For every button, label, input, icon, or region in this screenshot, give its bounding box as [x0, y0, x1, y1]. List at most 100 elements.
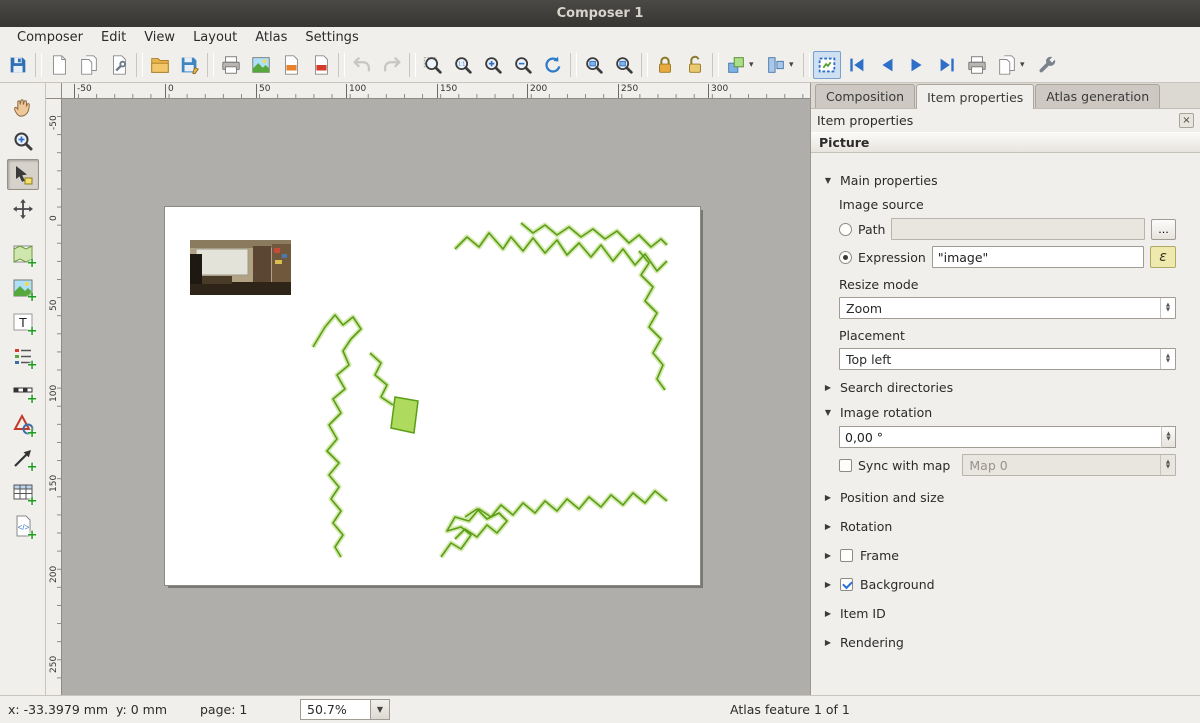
tab-composition[interactable]: Composition	[815, 84, 915, 108]
section-frame[interactable]: ▶ Frame	[823, 547, 1176, 563]
add-arrow-button[interactable]	[7, 442, 39, 473]
collapse-arrow-icon[interactable]: ▼	[823, 408, 833, 417]
tab-atlas-generation[interactable]: Atlas generation	[1035, 84, 1160, 108]
zoom-in-button[interactable]	[479, 51, 507, 79]
resize-mode-select[interactable]: Zoom ▲▼	[839, 297, 1176, 319]
add-html-frame-button[interactable]	[7, 510, 39, 541]
section-rendering[interactable]: ▶ Rendering	[823, 634, 1176, 650]
composition-manager-button[interactable]	[105, 51, 133, 79]
zoom-to-selection-button[interactable]	[580, 51, 608, 79]
redo-button[interactable]	[378, 51, 406, 79]
menu-settings[interactable]: Settings	[296, 28, 367, 47]
combo-spinner[interactable]: ▲▼	[1160, 298, 1175, 318]
export-svg-button[interactable]	[277, 51, 305, 79]
map-select[interactable]: Map 0 ▲▼	[962, 454, 1176, 476]
path-input[interactable]	[891, 218, 1145, 240]
atlas-preview-toggle[interactable]	[813, 51, 841, 79]
print-button[interactable]	[217, 51, 245, 79]
atlas-first-feature-button[interactable]	[843, 51, 871, 79]
new-composition-button[interactable]	[45, 51, 73, 79]
horizontal-ruler: -50050100150200250300	[62, 83, 810, 99]
collapse-arrow-icon[interactable]: ▶	[823, 383, 833, 392]
vertical-ruler: -50050100150200250	[46, 99, 62, 695]
lock-selected-items-button[interactable]	[651, 51, 679, 79]
add-image-button[interactable]	[7, 272, 39, 303]
zoom-to-region-button[interactable]	[610, 51, 638, 79]
expression-radio[interactable]	[839, 251, 852, 264]
add-new-label-button[interactable]	[7, 306, 39, 337]
rotation-angle-input[interactable]	[839, 426, 1161, 448]
save-template-button[interactable]	[176, 51, 204, 79]
export-pdf-button[interactable]	[307, 51, 335, 79]
toolbar-icon	[583, 54, 605, 76]
add-attribute-table-button[interactable]	[7, 476, 39, 507]
zoom-actual-button[interactable]	[449, 51, 477, 79]
export-atlas-button[interactable]	[993, 51, 1031, 79]
add-new-scalebar-button[interactable]	[7, 374, 39, 405]
menu-composer[interactable]: Composer	[8, 28, 92, 47]
atlas-next-feature-button[interactable]	[903, 51, 931, 79]
undo-button[interactable]	[348, 51, 376, 79]
menu-edit[interactable]: Edit	[92, 28, 135, 47]
unlock-all-items-button[interactable]	[681, 51, 709, 79]
zoom-level-select[interactable]: 50.7% ▼	[300, 699, 390, 720]
collapse-arrow-icon[interactable]: ▶	[823, 638, 833, 647]
picture-item[interactable]	[190, 240, 291, 295]
save-project-button[interactable]	[4, 51, 32, 79]
refresh-view-button[interactable]	[539, 51, 567, 79]
align-selected-items-button[interactable]	[762, 51, 800, 79]
raise-selected-items-button[interactable]	[722, 51, 760, 79]
select-move-item-button[interactable]	[7, 159, 39, 190]
search-directories-header[interactable]: ▶ Search directories	[823, 380, 1176, 395]
combo-spinner[interactable]: ▲▼	[1160, 349, 1175, 369]
duplicate-composition-button[interactable]	[75, 51, 103, 79]
section-item-id[interactable]: ▶ Item ID	[823, 605, 1176, 621]
add-new-map-button[interactable]	[7, 238, 39, 269]
print-atlas-button[interactable]	[963, 51, 991, 79]
expression-input[interactable]	[932, 246, 1144, 268]
composition-canvas[interactable]	[62, 99, 810, 695]
close-panel-button[interactable]: ×	[1179, 113, 1194, 128]
collapse-arrow-icon[interactable]: ▶	[823, 493, 833, 502]
menu-view[interactable]: View	[135, 28, 184, 47]
collapse-arrow-icon[interactable]: ▶	[823, 580, 833, 589]
collapse-arrow-icon[interactable]: ▼	[823, 176, 833, 185]
export-image-button[interactable]	[247, 51, 275, 79]
map-select-value: Map 0	[969, 458, 1007, 473]
rotation-spinner[interactable]: ▲▼	[1161, 426, 1176, 448]
menu-atlas[interactable]: Atlas	[246, 28, 296, 47]
placement-select[interactable]: Top left ▲▼	[839, 348, 1176, 370]
atlas-last-feature-button[interactable]	[933, 51, 961, 79]
expression-builder-button[interactable]: ε	[1150, 246, 1176, 268]
zoom-out-button[interactable]	[509, 51, 537, 79]
image-rotation-header[interactable]: ▼ Image rotation	[823, 405, 1176, 420]
toolbar-icon	[996, 54, 1018, 76]
zoom-full-button[interactable]	[419, 51, 447, 79]
move-item-content-button[interactable]	[7, 193, 39, 224]
collapse-arrow-icon[interactable]: ▶	[823, 522, 833, 531]
atlas-settings-button[interactable]	[1033, 51, 1061, 79]
section-rotation[interactable]: ▶ Rotation	[823, 518, 1176, 534]
section-background[interactable]: ▶ Background	[823, 576, 1176, 592]
path-radio[interactable]	[839, 223, 852, 236]
atlas-previous-feature-button[interactable]	[873, 51, 901, 79]
load-template-button[interactable]	[146, 51, 174, 79]
section-checkbox[interactable]	[840, 578, 853, 591]
zoom-tool-button[interactable]	[7, 125, 39, 156]
zoom-level-value[interactable]: 50.7%	[300, 699, 371, 720]
main-properties-header[interactable]: ▼ Main properties	[823, 173, 1176, 188]
browse-button[interactable]: ...	[1151, 219, 1176, 240]
zoom-dropdown-button[interactable]: ▼	[371, 699, 390, 720]
collapse-arrow-icon[interactable]: ▶	[823, 609, 833, 618]
section-position-and-size[interactable]: ▶ Position and size	[823, 489, 1176, 505]
add-basic-shape-button[interactable]	[7, 408, 39, 439]
pan-tool-button[interactable]	[7, 91, 39, 122]
menu-layout[interactable]: Layout	[184, 28, 246, 47]
collapse-arrow-icon[interactable]: ▶	[823, 551, 833, 560]
section-checkbox[interactable]	[840, 549, 853, 562]
page-indicator: page: 1	[200, 702, 247, 717]
add-new-legend-button[interactable]	[7, 340, 39, 371]
sync-with-map-checkbox[interactable]	[839, 459, 852, 472]
composition-page[interactable]	[165, 207, 700, 585]
tab-item-properties[interactable]: Item properties	[916, 84, 1034, 109]
